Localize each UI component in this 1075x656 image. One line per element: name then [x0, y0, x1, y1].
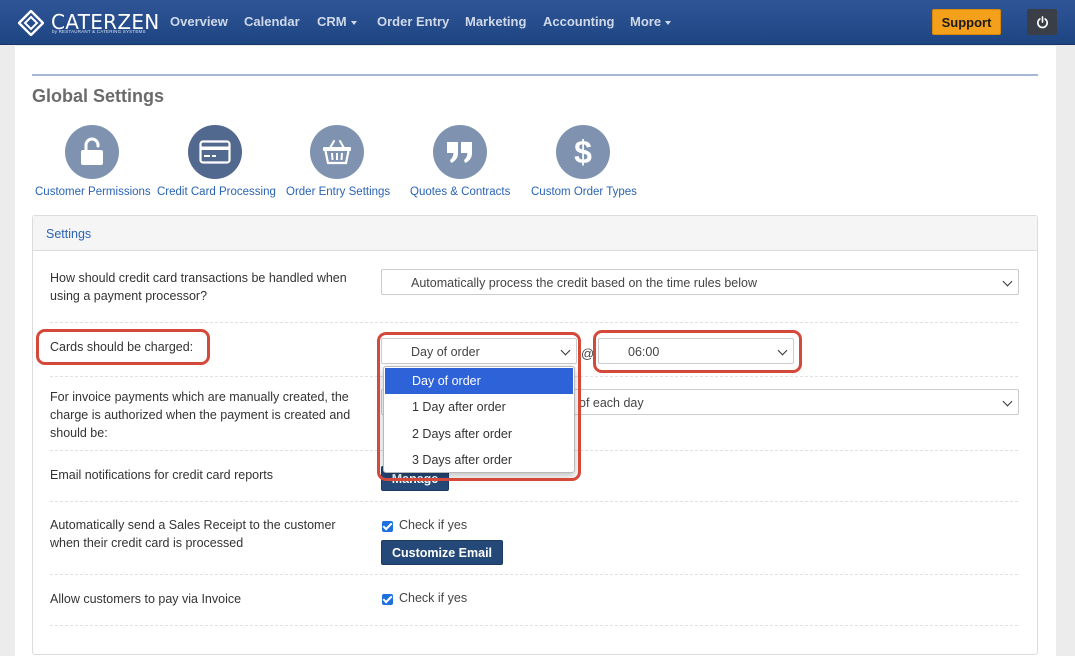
nav-accounting[interactable]: Accounting — [543, 14, 615, 29]
invoice-payments-select-value: of each day — [579, 396, 644, 410]
pay-via-invoice-checkbox[interactable] — [382, 594, 393, 605]
transactions-select-value: Automatically process the credit based o… — [411, 276, 758, 290]
settings-panel-title: Settings — [46, 227, 92, 241]
sales-receipt-check-label: Check if yes — [399, 518, 468, 532]
nav-order-entry-label: Order Entry — [377, 14, 450, 29]
row-divider — [50, 322, 1018, 323]
settings-panel-header: Settings — [33, 216, 1037, 251]
charge-day-select-value: Day of order — [411, 345, 480, 359]
page-title: Global Settings — [32, 86, 165, 106]
chevron-down-icon — [777, 345, 788, 356]
dollar-icon: $ — [574, 135, 592, 169]
sales-receipt-label: Automatically send a Sales Receipt to th… — [50, 518, 336, 550]
quotes-contracts-button[interactable] — [433, 125, 487, 179]
nav-crm[interactable]: CRM — [317, 14, 357, 29]
chevron-down-icon — [1002, 276, 1013, 287]
caterzen-logo[interactable]: CATERZEN by RESTAURANT & CATERING SYSTEM… — [18, 8, 159, 38]
nav-marketing[interactable]: Marketing — [465, 14, 526, 29]
charge-time-select[interactable]: 06:00 — [598, 338, 794, 364]
cards-charged-label: Cards should be charged: — [50, 340, 194, 354]
header-divider — [32, 74, 1038, 76]
at-symbol: @ — [581, 346, 595, 361]
transactions-select[interactable]: Automatically process the credit based o… — [381, 269, 1019, 295]
unlock-icon — [81, 137, 103, 165]
row-divider — [50, 625, 1018, 626]
charge-day-dropdown-list: Day of order 1 Day after order 2 Days af… — [383, 366, 575, 473]
nav-calendar[interactable]: Calendar — [244, 14, 300, 29]
pay-via-invoice-check-label: Check if yes — [399, 591, 468, 605]
top-navigation-bar: CATERZEN by RESTAURANT & CATERING SYSTEM… — [0, 0, 1075, 45]
credit-card-processing-button[interactable] — [188, 125, 242, 179]
customer-permissions-label[interactable]: Customer Permissions — [35, 186, 151, 198]
credit-card-processing-label[interactable]: Credit Card Processing — [157, 186, 276, 198]
transactions-label: How should credit card transactions be h… — [50, 271, 347, 303]
charge-day-select[interactable]: Day of order — [381, 338, 577, 364]
quote-icon — [447, 142, 472, 163]
logo-subtext: by RESTAURANT & CATERING SYSTEMS — [52, 29, 146, 34]
nav-marketing-label: Marketing — [465, 14, 527, 29]
sales-receipt-checkbox[interactable] — [382, 521, 393, 532]
nav-crm-label: CRM — [317, 14, 347, 29]
quotes-contracts-label[interactable]: Quotes & Contracts — [410, 186, 510, 198]
logo-mark-icon — [18, 10, 44, 36]
row-divider — [50, 501, 1018, 502]
chevron-down-icon — [665, 20, 672, 25]
dropdown-option-3-days-after[interactable]: 3 Days after order — [385, 447, 573, 473]
chevron-down-icon — [350, 20, 357, 25]
dropdown-option-day-of-order[interactable]: Day of order — [385, 368, 573, 394]
support-button[interactable]: Support — [932, 9, 1001, 35]
nav-overview-label: Overview — [170, 14, 228, 29]
custom-order-types-button[interactable]: $ — [556, 125, 610, 179]
chevron-down-icon — [560, 345, 571, 356]
logout-button[interactable] — [1027, 9, 1057, 35]
charge-time-select-value: 06:00 — [628, 345, 660, 359]
pay-via-invoice-label: Allow customers to pay via Invoice — [50, 592, 242, 606]
custom-order-types-label[interactable]: Custom Order Types — [531, 186, 637, 198]
nav-calendar-label: Calendar — [244, 14, 300, 29]
row-divider — [50, 574, 1018, 575]
email-notifications-label: Email notifications for credit card repo… — [50, 468, 274, 482]
dropdown-option-2-days-after[interactable]: 2 Days after order — [385, 421, 573, 447]
customize-email-button[interactable]: Customize Email — [381, 540, 503, 565]
order-entry-settings-button[interactable] — [310, 125, 364, 179]
basket-icon — [323, 140, 351, 165]
credit-card-icon — [199, 140, 231, 164]
dropdown-option-1-day-after[interactable]: 1 Day after order — [385, 394, 573, 420]
svg-text:$: $ — [574, 135, 592, 169]
nav-order-entry[interactable]: Order Entry — [377, 14, 449, 29]
order-entry-settings-label[interactable]: Order Entry Settings — [286, 186, 390, 198]
nav-accounting-label: Accounting — [543, 14, 615, 29]
nav-overview[interactable]: Overview — [170, 14, 228, 29]
power-icon — [1036, 15, 1048, 28]
customer-permissions-button[interactable] — [65, 125, 119, 179]
nav-more[interactable]: More — [630, 14, 672, 29]
invoice-payments-label: For invoice payments which are manually … — [50, 390, 351, 440]
chevron-down-icon — [1002, 396, 1013, 407]
nav-more-label: More — [630, 14, 662, 29]
